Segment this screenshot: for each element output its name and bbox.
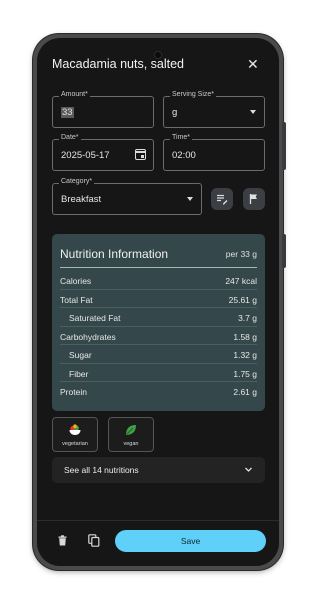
serving-size-value: g [172, 107, 178, 118]
time-field[interactable]: Time* 02:00 [163, 134, 265, 171]
nutrition-row: Fiber 1.75 g [60, 364, 257, 382]
date-field[interactable]: Date* 2025-05-17 [52, 134, 154, 171]
screen: Macadamia nuts, salted ✕ Amount* 33 Serv… [37, 38, 279, 566]
calendar-icon[interactable] [135, 149, 146, 160]
see-all-nutritions-button[interactable]: See all 14 nutritions [52, 457, 265, 483]
nutrient-name: Protein [60, 387, 87, 397]
nutrition-row: Carbohydrates 1.58 g [60, 327, 257, 345]
amount-label: Amount* [59, 91, 90, 98]
tag-label: vegan [123, 441, 139, 447]
chevron-down-icon [245, 467, 252, 472]
power-button [282, 234, 286, 268]
save-button[interactable]: Save [115, 530, 266, 552]
flag-button[interactable] [243, 188, 265, 210]
dropdown-caret-icon [187, 197, 193, 201]
nutrient-value: 2.61 g [233, 387, 257, 397]
date-label: Date* [59, 134, 81, 141]
nutrition-per: per 33 g [225, 249, 257, 259]
copy-icon[interactable] [88, 534, 100, 547]
nutrient-value: 3.7 g [238, 313, 257, 323]
category-value: Breakfast [61, 194, 102, 205]
serving-size-label: Serving Size* [170, 91, 217, 98]
amount-field[interactable]: Amount* 33 [52, 91, 154, 128]
phone-frame: Macadamia nuts, salted ✕ Amount* 33 Serv… [33, 34, 286, 570]
nutrient-name: Calories [60, 276, 92, 286]
serving-size-select[interactable]: Serving Size* g [163, 91, 265, 128]
time-value: 02:00 [172, 150, 196, 161]
nutrient-name: Fiber [69, 368, 89, 379]
flag-icon [249, 194, 257, 204]
nutrition-title: Nutrition Information [60, 247, 169, 261]
nutrition-panel: Nutrition Information per 33 g Calories … [52, 234, 265, 411]
dropdown-caret-icon [250, 110, 256, 114]
category-select[interactable]: Category* Breakfast [52, 178, 202, 215]
volume-button [282, 122, 286, 170]
nutrient-name: Saturated Fat [69, 313, 121, 323]
nutrition-row: Sugar 1.32 g [60, 345, 257, 364]
nutrient-value: 25.61 g [228, 294, 257, 305]
footer-divider [37, 520, 279, 521]
nutrient-value: 1.58 g [233, 331, 257, 342]
amount-value: 33 [61, 107, 74, 118]
see-all-label: See all 14 nutritions [64, 465, 139, 475]
nutrient-value: 1.75 g [233, 368, 257, 379]
category-label: Category* [59, 178, 95, 185]
leaf-icon [126, 425, 136, 435]
nutrient-name: Carbohydrates [60, 331, 116, 342]
tag-vegan[interactable]: vegan [108, 417, 154, 452]
nutrient-value: 247 kcal [225, 276, 257, 286]
nutrition-row: Protein 2.61 g [60, 382, 257, 401]
nutrient-value: 1.32 g [233, 350, 257, 360]
nutrition-divider [60, 267, 257, 268]
tag-vegetarian[interactable]: vegetarian [52, 417, 98, 452]
nutrient-name: Total Fat [60, 294, 93, 305]
notes-button[interactable] [211, 188, 233, 210]
nutrition-row: Calories 247 kcal [60, 271, 257, 290]
edit-notes-icon [217, 194, 228, 205]
dialog-title: Macadamia nuts, salted [52, 57, 185, 71]
salad-bowl-icon [69, 424, 81, 435]
date-value: 2025-05-17 [61, 150, 110, 161]
tag-label: vegetarian [62, 441, 88, 447]
nutrition-row: Saturated Fat 3.7 g [60, 308, 257, 327]
nutrition-row: Total Fat 25.61 g [60, 290, 257, 308]
nutrient-name: Sugar [69, 350, 92, 360]
close-icon[interactable]: ✕ [247, 56, 259, 73]
trash-icon[interactable] [58, 535, 67, 546]
time-label: Time* [170, 134, 193, 141]
